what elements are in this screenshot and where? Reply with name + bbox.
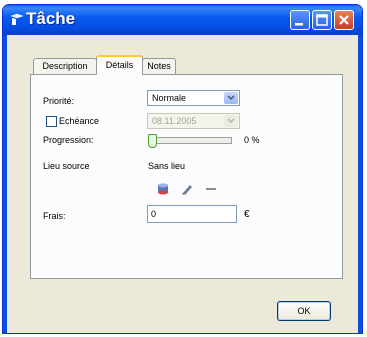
- cost-value: 0: [151, 209, 157, 219]
- title-bar[interactable]: Tâche: [3, 5, 362, 35]
- due-date-value: 08.11.2005: [152, 116, 197, 126]
- cost-input[interactable]: 0: [147, 205, 237, 223]
- tab-notes[interactable]: Notes: [142, 58, 176, 74]
- window-title: Tâche: [26, 9, 76, 28]
- cost-label: Frais:: [43, 211, 66, 221]
- chevron-down-icon: [227, 95, 235, 101]
- maximize-button[interactable]: [312, 10, 332, 30]
- maximize-icon: [316, 14, 328, 26]
- due-date-checkbox[interactable]: [46, 116, 57, 127]
- ok-button[interactable]: OK: [277, 301, 331, 321]
- minimize-icon: [295, 23, 303, 26]
- close-button[interactable]: [334, 10, 354, 30]
- progress-slider-thumb[interactable]: [148, 134, 157, 148]
- source-location-label: Lieu source: [43, 161, 90, 171]
- due-date-dropdown-button[interactable]: [224, 115, 238, 127]
- priority-dropdown-button[interactable]: [224, 92, 238, 104]
- priority-value: Normale: [152, 93, 187, 103]
- tab-details[interactable]: Détails: [96, 55, 143, 75]
- due-date-picker[interactable]: 08.11.2005: [147, 113, 240, 129]
- source-location-value: Sans lieu: [148, 161, 186, 171]
- database-icon[interactable]: [156, 182, 170, 196]
- close-icon: [339, 15, 349, 25]
- tab-description[interactable]: Description: [33, 58, 97, 74]
- progress-label: Progression:: [43, 135, 94, 145]
- progress-value: 0 %: [244, 135, 260, 145]
- minimize-button[interactable]: [290, 10, 310, 30]
- priority-label: Priorité:: [43, 96, 75, 106]
- task-app-icon: [10, 13, 24, 27]
- dash-icon[interactable]: [204, 182, 218, 196]
- priority-select[interactable]: Normale: [147, 90, 240, 106]
- chevron-down-icon: [227, 118, 235, 124]
- window-frame-left: [3, 35, 7, 333]
- progress-slider-track[interactable]: [148, 137, 232, 144]
- window-frame-right: [358, 35, 362, 333]
- pen-icon[interactable]: [180, 182, 194, 196]
- due-date-label: Echéance: [59, 116, 100, 126]
- currency-symbol: €: [244, 209, 250, 220]
